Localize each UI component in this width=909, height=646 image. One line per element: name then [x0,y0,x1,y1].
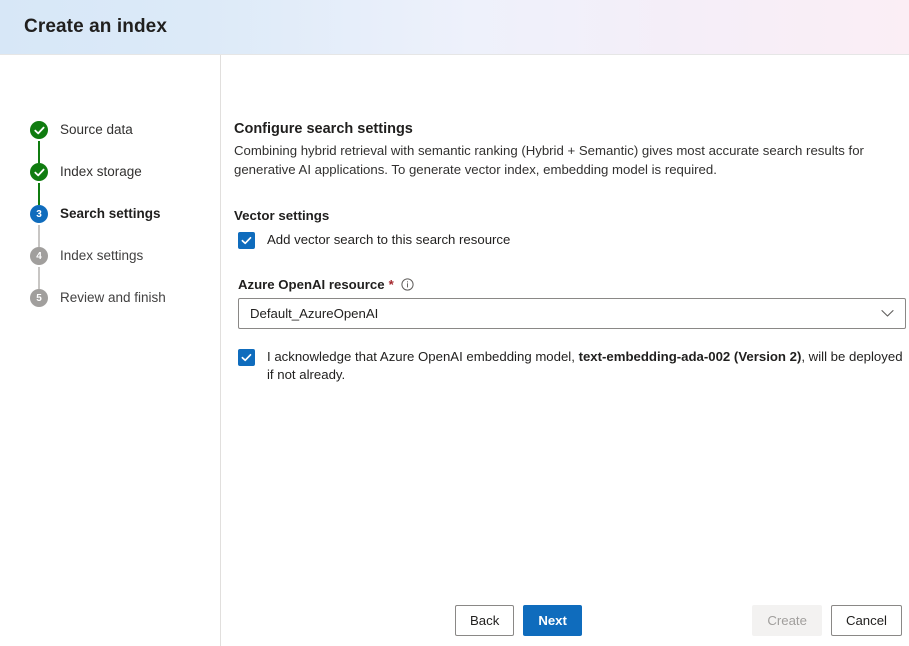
sidebar-item-label: Index settings [60,248,144,263]
dialog-body: Source data Index storage 3 Search setti… [0,55,909,646]
step-connector [38,225,40,247]
add-vector-search-checkbox-row[interactable]: Add vector search to this search resourc… [238,231,909,249]
section-title: Configure search settings [234,121,413,137]
step-connector [38,267,40,289]
sidebar-item-search-settings[interactable]: 3 Search settings [30,205,220,247]
step-number-icon: 5 [30,289,48,307]
acknowledgement-label: I acknowledge that Azure OpenAI embeddin… [267,348,909,384]
wizard-step-list: Source data Index storage 3 Search setti… [0,121,220,307]
ack-text-before: I acknowledge that Azure OpenAI embeddin… [267,349,579,364]
dialog-footer: Back Next Create Cancel [455,605,902,636]
azure-openai-resource-select[interactable]: Default_AzureOpenAI [238,298,906,329]
check-circle-icon [30,121,48,139]
back-button[interactable]: Back [455,605,515,636]
step-number-icon: 4 [30,247,48,265]
sidebar-item-index-settings[interactable]: 4 Index settings [30,247,220,289]
dialog-header: Create an index [0,0,909,55]
acknowledgement-checkbox-row[interactable]: I acknowledge that Azure OpenAI embeddin… [238,348,909,384]
wizard-sidebar: Source data Index storage 3 Search setti… [0,55,221,646]
chevron-down-icon[interactable] [881,309,894,318]
info-icon[interactable] [401,278,414,291]
vector-settings-group-title: Vector settings [234,208,330,223]
page-title: Create an index [24,16,167,37]
checkbox-checked-icon[interactable] [238,232,255,249]
add-vector-search-label: Add vector search to this search resourc… [267,232,511,247]
sidebar-item-label: Source data [60,122,133,137]
next-button[interactable]: Next [523,605,582,636]
azure-openai-resource-value: Default_AzureOpenAI [250,306,379,321]
sidebar-item-review-and-finish[interactable]: 5 Review and finish [30,289,220,307]
section-description: Combining hybrid retrieval with semantic… [234,143,864,177]
sidebar-item-label: Search settings [60,206,161,221]
azure-openai-resource-label: Azure OpenAI resource * [238,277,909,292]
field-label-text: Azure OpenAI resource [238,277,385,292]
ack-model-name: text-embedding-ada-002 (Version 2) [578,349,802,364]
step-number-icon: 3 [30,205,48,223]
cancel-button[interactable]: Cancel [830,605,902,636]
required-asterisk: * [388,277,394,292]
main-panel: Configure search settings Combining hybr… [221,55,909,646]
check-circle-icon [30,163,48,181]
step-connector [38,141,40,163]
sidebar-item-index-storage[interactable]: Index storage [30,163,220,205]
checkbox-checked-icon[interactable] [238,349,255,366]
sidebar-item-label: Index storage [60,164,142,179]
step-connector [38,183,40,205]
sidebar-item-label: Review and finish [60,290,166,305]
sidebar-item-source-data[interactable]: Source data [30,121,220,163]
create-button: Create [752,605,822,636]
